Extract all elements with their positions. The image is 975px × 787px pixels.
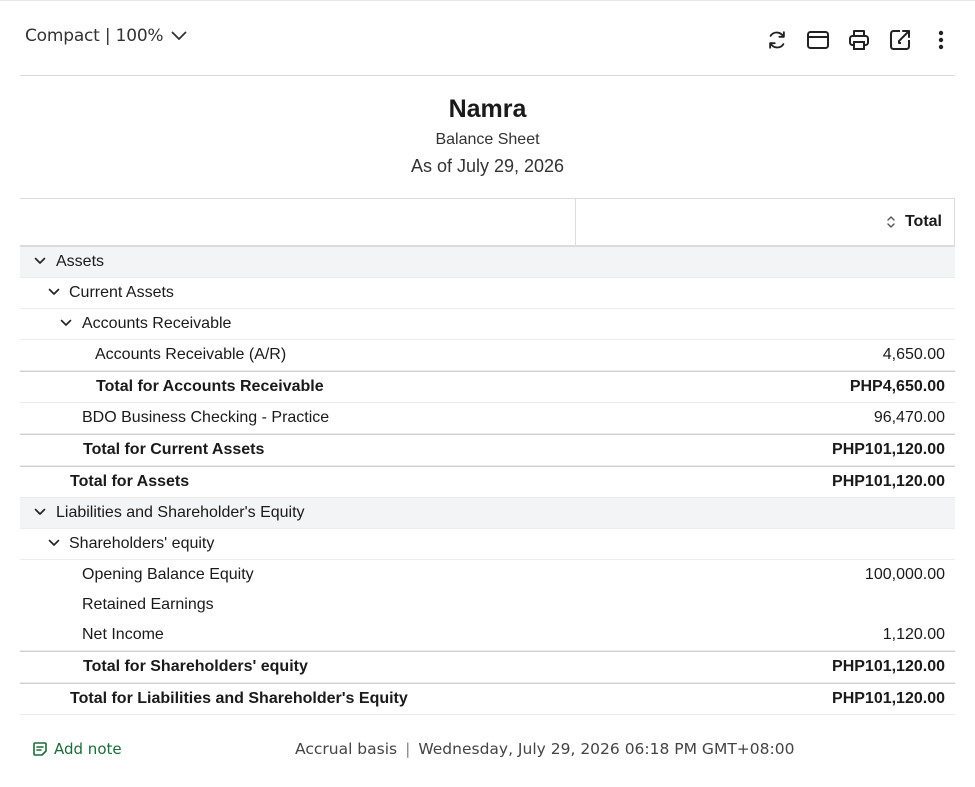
note-icon [33,742,47,756]
chevron-down-icon[interactable] [34,256,46,266]
row-value[interactable]: 1,120.00 [883,620,945,650]
row-label: Current Assets [69,284,174,301]
section-row-assets[interactable]: Assets [20,247,955,278]
refresh-icon[interactable] [763,26,791,54]
chevron-down-icon[interactable] [34,507,46,517]
table-row[interactable]: Accounts Receivable (A/R) 4,650.00 [20,340,955,371]
total-row[interactable]: Total for Shareholders' equity PHP101,12… [20,651,955,683]
table-row[interactable]: Net Income 1,120.00 [20,620,955,651]
company-name: Namra [448,95,527,123]
total-row[interactable]: Total for Accounts Receivable PHP4,650.0… [20,371,955,403]
view-density-label: Compact | 100% [25,26,164,46]
section-row-liabilities-equity[interactable]: Liabilities and Shareholder's Equity [20,498,955,529]
row-label: Accounts Receivable [82,315,232,332]
table-row[interactable]: Retained Earnings [20,590,955,620]
total-row[interactable]: Total for Current Assets PHP101,120.00 [20,434,955,466]
accounting-basis: Accrual basis [295,740,398,758]
total-column-header[interactable]: Total [576,199,955,245]
report-date: As of July 29, 2026 [410,156,565,176]
row-label: Assets [56,253,105,270]
total-row[interactable]: Total for Assets PHP101,120.00 [20,466,955,498]
row-label: Opening Balance Equity [82,566,254,583]
toolbar-divider [20,75,955,76]
row-label: Total for Shareholders' equity [83,658,308,675]
row-value[interactable]: PHP101,120.00 [832,467,945,497]
row-label: Shareholders' equity [69,535,215,552]
table-row[interactable]: Opening Balance Equity 100,000.00 [20,560,955,590]
row-label: Total for Current Assets [83,441,265,458]
table-header: Total [20,198,955,247]
add-note-label: Add note [54,740,122,758]
row-value[interactable]: 96,470.00 [874,403,945,433]
row-value[interactable]: PHP101,120.00 [832,652,945,682]
chevron-down-icon [171,31,187,40]
total-column-label: Total [904,213,942,230]
row-value[interactable]: PHP101,120.00 [832,684,945,714]
export-icon[interactable] [886,26,914,54]
group-row-current-assets[interactable]: Current Assets [20,278,955,309]
add-note-button[interactable]: Add note [32,740,122,758]
chevron-down-icon[interactable] [48,287,60,297]
report-footer: Add note Accrual basis | Wednesday, July 2… [20,738,955,764]
row-label: Total for Assets [70,473,190,490]
chevron-down-icon[interactable] [48,538,60,548]
row-label: Total for Liabilities and Shareholder's … [70,690,408,707]
report-header: Namra Balance Sheet As of July 29, 2026 [20,92,955,177]
row-label: Net Income [82,626,164,643]
row-value[interactable]: PHP4,650.00 [850,372,945,402]
more-options-icon[interactable] [927,26,955,54]
total-row[interactable]: Total for Liabilities and Shareholder's … [20,683,955,715]
group-row-accounts-receivable[interactable]: Accounts Receivable [20,309,955,340]
top-border [0,0,975,1]
row-value[interactable]: 4,650.00 [883,340,945,370]
row-value[interactable]: 100,000.00 [865,560,945,590]
print-icon[interactable] [845,26,873,54]
balance-sheet-table: Total Assets Current Assets Accounts Rec… [20,198,955,715]
email-icon[interactable] [804,26,832,54]
row-value[interactable]: PHP101,120.00 [832,435,945,465]
report-timestamp: Wednesday, July 29, 2026 06:18 PM GMT+08… [418,740,795,758]
report-meta: Accrual basis | Wednesday, July 29, 2026 0… [295,740,794,758]
row-label: Total for Accounts Receivable [96,378,324,395]
sort-icon[interactable] [886,215,896,229]
chevron-down-icon[interactable] [60,318,72,328]
row-label: Retained Earnings [82,596,214,613]
report-title: Balance Sheet [435,131,540,148]
report-toolbar: Compact | 100% [20,12,955,64]
row-label: BDO Business Checking - Practice [82,409,330,426]
divider: | [405,740,411,758]
view-density-dropdown[interactable]: Compact | 100% [25,26,187,46]
group-row-shareholders-equity[interactable]: Shareholders' equity [20,529,955,560]
account-column-header [20,199,576,245]
row-label: Liabilities and Shareholder's Equity [56,504,305,521]
row-label: Accounts Receivable (A/R) [95,346,287,363]
table-row[interactable]: BDO Business Checking - Practice 96,470.… [20,403,955,434]
